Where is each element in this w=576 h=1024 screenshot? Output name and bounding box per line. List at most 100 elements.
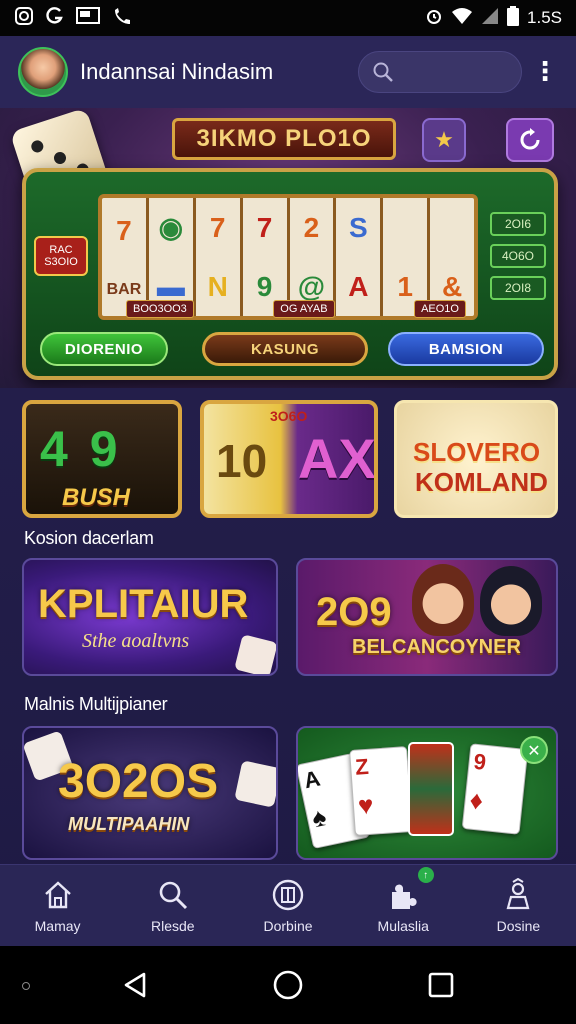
slot-side-value-3: 2OI8 — [490, 276, 546, 300]
screen-icon — [76, 6, 100, 30]
slot-side-badge: RAC S3OIO — [34, 236, 88, 276]
tile-title: 10 — [216, 435, 268, 487]
slot-blue-button[interactable]: BAMSION — [388, 332, 544, 366]
card-title: 2O9 — [316, 590, 392, 634]
notification-badge: ↑ — [417, 867, 434, 883]
nav-games[interactable]: Dorbine — [230, 865, 345, 946]
playing-card — [408, 742, 454, 836]
back-icon[interactable] — [120, 970, 150, 1000]
game-card[interactable]: KPLITAIUR Sthe aoaltvns — [22, 558, 278, 676]
multiplayer-icon — [392, 884, 417, 909]
battery-icon — [507, 5, 520, 31]
section-heading: Malnis Multijpianer — [24, 694, 168, 714]
game-tile[interactable]: 10 AX 3O6O — [200, 400, 378, 518]
reel-3: 7N — [196, 198, 243, 316]
card-subtitle: BELCANCOYNER — [352, 636, 521, 658]
card-title: KPLITAIUR — [38, 582, 249, 626]
nav-label: Dosine — [496, 917, 541, 934]
character-avatar — [412, 564, 474, 636]
search-icon — [373, 62, 393, 82]
g-icon — [46, 6, 64, 31]
tile-subtitle: BUSH — [62, 484, 131, 511]
tile-subtitle: AX — [298, 427, 376, 490]
profile-icon — [506, 877, 530, 909]
slot-side-label: RAC S3OIO — [44, 243, 78, 268]
playing-card: Z ♥ — [349, 746, 413, 836]
tile-title: SLOVERO — [413, 437, 541, 467]
character-avatar — [480, 566, 542, 636]
reel-8: & — [441, 270, 463, 302]
reel-label: OG AYAB — [273, 300, 335, 318]
tile-subtitle: KOMLAND — [415, 467, 548, 497]
slot-machine[interactable]: RAC S3OIO 2OI6 4O6O 2OI8 7 BAR ◉ ▬ 7N 79 2… — [22, 168, 558, 380]
reel-6: SA — [336, 198, 384, 316]
hero-title-banner: 3IKMO PLO1O — [172, 118, 396, 160]
star-icon: ★ — [434, 127, 454, 153]
hero-slot-banner[interactable]: 3IKMO PLO1O ★ RAC S3OIO 2OI6 4O6O 2OI8 7… — [0, 108, 576, 388]
call-forward-icon — [112, 6, 134, 31]
status-bar: 1.5S — [0, 0, 576, 36]
nav-profile[interactable]: Dosine — [461, 865, 576, 946]
playing-card: 9 ♦ — [461, 743, 529, 835]
game-card[interactable]: A ♠ Z ♥ 9 ♦ ✕ — [296, 726, 558, 860]
bottom-nav: Mamay Rlesde Dorbine ↑ Mulaslia Dosine — [0, 864, 576, 946]
nav-label: Mulaslia — [377, 917, 429, 934]
slot-green-button[interactable]: DIORENIO — [40, 332, 168, 366]
alarm-icon — [425, 7, 443, 30]
avatar[interactable] — [18, 47, 68, 97]
reel-labels: BOO3OO3 OG AYAB AEO1O — [126, 300, 466, 318]
section-heading: Kosion dacerlam — [24, 528, 154, 548]
reel-7: 1 — [383, 198, 431, 316]
page-title: Indannsai Nindasim — [80, 59, 274, 84]
game-card[interactable]: 2O9 BELCANCOYNER — [296, 558, 558, 676]
system-nav-bar — [0, 946, 576, 1024]
dice-icon — [234, 634, 276, 674]
home-icon — [44, 880, 71, 908]
home-button-icon[interactable] — [271, 968, 305, 1002]
featured-tiles: 4 9 BUSH 10 AX 3O6O SLOVERO KOMLAND — [0, 396, 576, 526]
game-tile[interactable]: SLOVERO KOMLAND — [394, 400, 558, 518]
search-input[interactable] — [358, 51, 522, 93]
game-tile[interactable]: 4 9 BUSH — [22, 400, 182, 518]
dice-icon — [234, 760, 276, 808]
slot-side-value-1: 2OI6 — [490, 212, 546, 236]
reel-1: 7 BAR — [102, 198, 149, 316]
nav-label: Mamay — [34, 917, 81, 934]
slot-side-value-2: 4O6O — [490, 244, 546, 268]
nav-home[interactable]: Mamay — [0, 865, 115, 946]
recents-icon[interactable] — [426, 970, 456, 1000]
refresh-button[interactable] — [506, 118, 554, 162]
tile-title: 4 9 — [40, 421, 122, 477]
search-icon — [159, 881, 187, 909]
app-screen: Indannsai Nindasim ⋮ 3IKMO PLO1O ★ RAC S… — [0, 36, 576, 946]
clock: 1.5S — [527, 8, 562, 27]
slot-spin-button[interactable]: KASUNG — [202, 332, 368, 366]
reel-5: 2 @ — [290, 198, 337, 316]
favorite-star-button[interactable]: ★ — [422, 118, 466, 162]
reel-4: 79 — [243, 198, 290, 316]
more-menu-icon[interactable]: ⋮ — [532, 59, 558, 85]
nav-multiplayer[interactable]: ↑ Mulaslia — [346, 865, 461, 946]
instagram-icon — [14, 6, 34, 31]
signal-icon — [481, 7, 499, 30]
nav-label: Rlesde — [151, 917, 195, 934]
refresh-icon — [520, 128, 540, 150]
app-header: Indannsai Nindasim ⋮ — [0, 36, 576, 108]
card-rank: Z — [354, 753, 370, 780]
card-rank: A — [301, 765, 323, 794]
card-title: 3O2OS — [58, 755, 219, 808]
card-subtitle: MULTIPAAHIN — [68, 814, 190, 834]
nav-label: Dorbine — [263, 917, 313, 934]
reel-2: ◉ ▬ — [149, 198, 196, 316]
close-icon[interactable]: ✕ — [520, 736, 548, 764]
reel-label: AEO1O — [414, 300, 466, 318]
nav-search[interactable]: Rlesde — [115, 865, 230, 946]
card-subtitle: Sthe aoaltvns — [82, 630, 190, 652]
card-rank: 9 — [472, 748, 488, 775]
reel-label: BOO3OO3 — [126, 300, 194, 318]
dot-icon — [22, 982, 30, 990]
game-icon — [272, 879, 304, 910]
tile-badge: 3O6O — [270, 408, 308, 424]
wifi-icon — [451, 7, 473, 30]
game-card[interactable]: 3O2OS MULTIPAAHIN — [22, 726, 278, 860]
